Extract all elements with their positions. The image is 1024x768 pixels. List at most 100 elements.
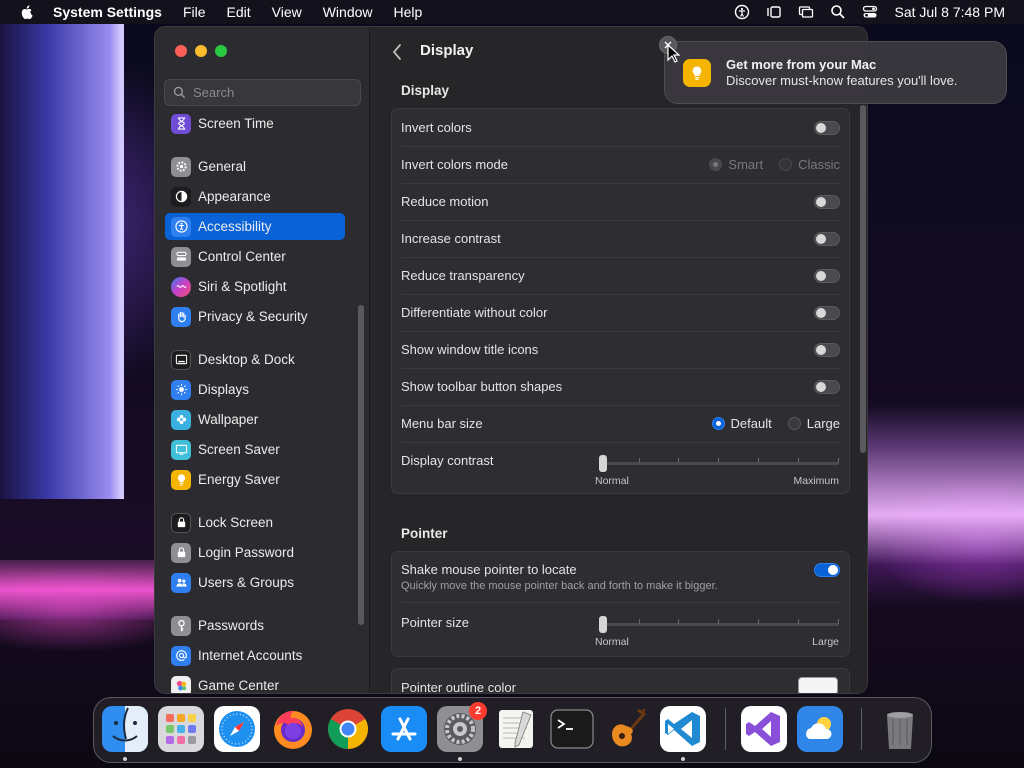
dock: 2 (93, 697, 932, 763)
dock-textedit[interactable] (493, 706, 539, 752)
control-center-icon[interactable] (862, 4, 878, 20)
dock-garageband[interactable] (604, 706, 650, 752)
invert-colors-toggle[interactable] (814, 120, 840, 135)
sidebar-item-control-center[interactable]: Control Center (165, 243, 345, 270)
contrast-max-label: Maximum (793, 475, 839, 487)
menu-view[interactable]: View (272, 4, 302, 20)
dock-launchpad[interactable] (158, 706, 204, 752)
menu-bar-size-default[interactable]: Default (711, 416, 772, 431)
sidebar-item-lock-screen[interactable]: Lock Screen (165, 509, 345, 536)
sun-icon (171, 379, 191, 400)
display-section-title: Display (401, 83, 450, 98)
sidebar-item-siri-spotlight[interactable]: Siri & Spotlight (165, 273, 345, 300)
invert-mode-smart[interactable]: Smart (709, 157, 763, 172)
title-icons-toggle[interactable] (814, 342, 840, 357)
row-toolbar-button-shapes: Show toolbar button shapes (392, 368, 849, 405)
dock-safari[interactable] (214, 706, 260, 752)
accessibility-status-icon[interactable] (734, 4, 750, 20)
dock-firefox[interactable] (270, 706, 316, 752)
search-placeholder: Search (193, 85, 235, 100)
dock-app-store[interactable] (381, 706, 427, 752)
menu-file[interactable]: File (183, 4, 206, 20)
reduce-transparency-toggle[interactable] (814, 268, 840, 283)
pointer-size-slider[interactable]: Normal Large (595, 613, 839, 648)
shake-to-locate-toggle[interactable] (814, 563, 840, 577)
sidebar-item-general[interactable]: General (165, 153, 345, 180)
sidebar-item-energy-saver[interactable]: Energy Saver (165, 466, 345, 493)
sidebar-item-screen-saver[interactable]: Screen Saver (165, 436, 345, 463)
slider-track[interactable] (599, 462, 839, 465)
sidebar-item-label: Login Password (198, 545, 295, 560)
differentiate-toggle[interactable] (814, 305, 840, 320)
increase-contrast-toggle[interactable] (814, 231, 840, 246)
dock-finder[interactable] (102, 706, 148, 752)
row-invert-colors-mode: Invert colors mode Smart Classic (392, 146, 849, 183)
menu-bar-size-large[interactable]: Large (787, 416, 840, 431)
sidebar-item-login-password[interactable]: Login Password (165, 539, 345, 566)
back-chevron-icon[interactable] (389, 42, 405, 62)
sidebar-item-wallpaper[interactable]: Wallpaper (165, 406, 345, 433)
tips-notification[interactable]: Get more from your Mac Discover must-kno… (659, 36, 1007, 104)
menu-window[interactable]: Window (323, 4, 373, 20)
dock-chrome[interactable] (325, 706, 371, 752)
radio-button[interactable] (709, 158, 723, 171)
sidebar-item-users-groups[interactable]: Users & Groups (165, 569, 345, 596)
menu-bar-large-label: Large (806, 416, 840, 431)
slider-knob[interactable] (599, 455, 607, 472)
slider-knob[interactable] (599, 616, 607, 633)
radio-button[interactable] (787, 417, 801, 430)
close-window-button[interactable] (175, 45, 187, 57)
sidebar-item-game-center[interactable]: Game Center (165, 672, 345, 693)
display-contrast-slider[interactable]: Normal Maximum (595, 452, 839, 487)
sidebar-item-accessibility[interactable]: Accessibility (165, 213, 345, 240)
slider-tick (838, 458, 839, 463)
zoom-window-button[interactable] (215, 45, 227, 57)
reduce-motion-toggle[interactable] (814, 194, 840, 209)
appearance-icon (171, 186, 191, 207)
row-increase-contrast: Increase contrast (392, 220, 849, 257)
dock-system-settings[interactable]: 2 (437, 702, 487, 752)
sidebar-scrollbar[interactable] (358, 305, 364, 625)
pointer-size-max-label: Large (812, 636, 839, 648)
sidebar-item-passwords[interactable]: Passwords (165, 612, 345, 639)
sidebar-item-label: Wallpaper (198, 412, 259, 427)
dock-vscode[interactable] (660, 706, 706, 752)
radio-button[interactable] (779, 158, 793, 171)
apple-logo-icon[interactable] (19, 4, 35, 20)
toolbar-shapes-label: Show toolbar button shapes (401, 379, 563, 394)
dock-weather[interactable] (797, 706, 843, 752)
sidebar-item-appearance[interactable]: Appearance (165, 183, 345, 210)
notification-title: Get more from your Mac (726, 57, 877, 72)
menu-help[interactable]: Help (394, 4, 423, 20)
screen-mirroring-icon[interactable] (798, 4, 814, 20)
key-icon (171, 615, 191, 636)
dock-visual-studio[interactable] (741, 706, 787, 752)
finder-icon (102, 706, 148, 752)
sidebar-item-privacy-security[interactable]: Privacy & Security (165, 303, 345, 330)
weather-icon (797, 706, 843, 752)
sidebar-item-label: Screen Time (198, 116, 274, 131)
spotlight-search-icon[interactable] (830, 4, 846, 20)
search-input[interactable]: Search (164, 79, 361, 106)
sidebar-item-desktop-dock[interactable]: Desktop & Dock (165, 346, 345, 373)
sidebar-item-internet-accounts[interactable]: Internet Accounts (165, 642, 345, 669)
slider-track[interactable] (599, 623, 839, 626)
pointer-outline-color-well[interactable] (798, 677, 838, 693)
dock-terminal[interactable] (549, 706, 595, 752)
slider-tick (678, 619, 679, 624)
radio-button[interactable] (711, 417, 725, 430)
menu-app-name[interactable]: System Settings (53, 4, 162, 20)
tips-bulb-icon (683, 58, 711, 87)
menu-clock[interactable]: Sat Jul 8 7:48 PM (894, 4, 1005, 20)
wallpaper-panel (0, 24, 124, 499)
content-scrollbar[interactable] (860, 105, 866, 453)
row-differentiate-without-color: Differentiate without color (392, 294, 849, 331)
invert-mode-classic[interactable]: Classic (779, 157, 840, 172)
sidebar-item-displays[interactable]: Displays (165, 376, 345, 403)
dock-trash[interactable] (877, 706, 923, 752)
sidebar-item-screen-time[interactable]: Screen Time (165, 110, 345, 137)
menu-edit[interactable]: Edit (227, 4, 251, 20)
minimize-window-button[interactable] (195, 45, 207, 57)
toolbar-shapes-toggle[interactable] (814, 379, 840, 394)
stage-manager-icon[interactable] (766, 4, 782, 20)
